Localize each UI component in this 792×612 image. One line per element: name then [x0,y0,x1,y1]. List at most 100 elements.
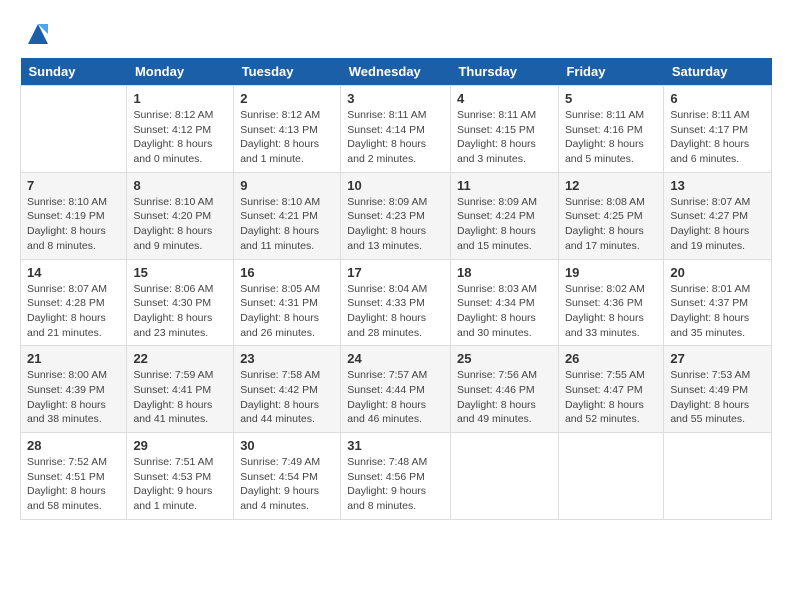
calendar-week-row: 7 Sunrise: 8:10 AMSunset: 4:19 PMDaylight… [21,172,772,259]
day-info: Sunrise: 7:52 AMSunset: 4:51 PMDaylight:… [27,455,120,514]
day-info: Sunrise: 8:11 AMSunset: 4:17 PMDaylight:… [670,108,765,167]
day-number: 28 [27,438,120,453]
calendar-cell: 24Sunrise: 7:57 AMSunset: 4:44 PMDayligh… [341,346,451,433]
day-info: Sunrise: 8:11 AMSunset: 4:14 PMDaylight:… [347,108,444,167]
day-number: 10 [347,178,444,193]
day-info: Sunrise: 8:11 AMSunset: 4:15 PMDaylight:… [457,108,552,167]
day-number: 31 [347,438,444,453]
day-number: 7 [27,178,120,193]
calendar-cell: 18 Sunrise: 8:03 AMSunset: 4:34 PMDayligh… [450,259,558,346]
day-info: Sunrise: 7:58 AMSunset: 4:42 PMDaylight:… [240,368,334,427]
day-number: 4 [457,91,552,106]
day-number: 30 [240,438,334,453]
calendar-week-row: 21 Sunrise: 8:00 AMSunset: 4:39 PMDayligh… [21,346,772,433]
day-number: 29 [133,438,227,453]
day-number: 19 [565,265,657,280]
calendar-header-saturday: Saturday [664,58,772,86]
calendar-cell: 31 Sunrise: 7:48 AMSunset: 4:56 PMDayligh… [341,433,451,520]
calendar-header-wednesday: Wednesday [341,58,451,86]
calendar-cell: 28 Sunrise: 7:52 AMSunset: 4:51 PMDayligh… [21,433,127,520]
calendar-header-thursday: Thursday [450,58,558,86]
day-info: Sunrise: 7:55 AMSunset: 4:47 PMDaylight:… [565,368,657,427]
day-info: Sunrise: 8:06 AMSunset: 4:30 PMDaylight:… [133,282,227,341]
calendar-table: SundayMondayTuesdayWednesdayThursdayFrid… [20,58,772,520]
day-info: Sunrise: 8:10 AMSunset: 4:19 PMDaylight:… [27,195,120,254]
day-info: Sunrise: 8:10 AMSunset: 4:20 PMDaylight:… [133,195,227,254]
calendar-cell: 7 Sunrise: 8:10 AMSunset: 4:19 PMDaylight… [21,172,127,259]
calendar-cell: 10 Sunrise: 8:09 AMSunset: 4:23 PMDayligh… [341,172,451,259]
calendar-cell: 19 Sunrise: 8:02 AMSunset: 4:36 PMDayligh… [558,259,663,346]
day-number: 26 [565,351,657,366]
day-number: 27 [670,351,765,366]
calendar-cell: 13Sunrise: 8:07 AMSunset: 4:27 PMDayligh… [664,172,772,259]
day-info: Sunrise: 7:53 AMSunset: 4:49 PMDaylight:… [670,368,765,427]
day-number: 3 [347,91,444,106]
calendar-cell: 12 Sunrise: 8:08 AMSunset: 4:25 PMDayligh… [558,172,663,259]
calendar-cell: 27 Sunrise: 7:53 AMSunset: 4:49 PMDayligh… [664,346,772,433]
day-info: Sunrise: 8:10 AMSunset: 4:21 PMDaylight:… [240,195,334,254]
calendar-cell [21,86,127,173]
day-number: 22 [133,351,227,366]
calendar-cell: 17 Sunrise: 8:04 AMSunset: 4:33 PMDayligh… [341,259,451,346]
day-info: Sunrise: 8:12 AMSunset: 4:12 PMDaylight:… [133,108,227,167]
calendar-cell: 8Sunrise: 8:10 AMSunset: 4:20 PMDaylight… [127,172,234,259]
calendar-cell: 20 Sunrise: 8:01 AMSunset: 4:37 PMDayligh… [664,259,772,346]
calendar-cell: 22 Sunrise: 7:59 AMSunset: 4:41 PMDayligh… [127,346,234,433]
day-info: Sunrise: 7:48 AMSunset: 4:56 PMDaylight:… [347,455,444,514]
calendar-cell: 2Sunrise: 8:12 AMSunset: 4:13 PMDaylight… [234,86,341,173]
day-info: Sunrise: 8:03 AMSunset: 4:34 PMDaylight:… [457,282,552,341]
day-info: Sunrise: 8:07 AMSunset: 4:28 PMDaylight:… [27,282,120,341]
day-number: 15 [133,265,227,280]
calendar-header-row: SundayMondayTuesdayWednesdayThursdayFrid… [21,58,772,86]
logo-icon [24,20,52,48]
day-number: 9 [240,178,334,193]
day-info: Sunrise: 7:59 AMSunset: 4:41 PMDaylight:… [133,368,227,427]
day-number: 13 [670,178,765,193]
calendar-week-row: 14Sunrise: 8:07 AMSunset: 4:28 PMDayligh… [21,259,772,346]
day-number: 16 [240,265,334,280]
calendar-cell: 1 Sunrise: 8:12 AMSunset: 4:12 PMDaylight… [127,86,234,173]
day-info: Sunrise: 7:57 AMSunset: 4:44 PMDaylight:… [347,368,444,427]
day-number: 23 [240,351,334,366]
page-header [20,20,772,48]
calendar-cell: 9 Sunrise: 8:10 AMSunset: 4:21 PMDaylight… [234,172,341,259]
day-number: 6 [670,91,765,106]
calendar-cell: 30 Sunrise: 7:49 AMSunset: 4:54 PMDayligh… [234,433,341,520]
day-info: Sunrise: 8:01 AMSunset: 4:37 PMDaylight:… [670,282,765,341]
calendar-cell: 29 Sunrise: 7:51 AMSunset: 4:53 PMDayligh… [127,433,234,520]
day-info: Sunrise: 8:00 AMSunset: 4:39 PMDaylight:… [27,368,120,427]
day-info: Sunrise: 8:12 AMSunset: 4:13 PMDaylight:… [240,108,334,167]
day-info: Sunrise: 8:11 AMSunset: 4:16 PMDaylight:… [565,108,657,167]
calendar-cell [664,433,772,520]
day-number: 20 [670,265,765,280]
calendar-cell: 26 Sunrise: 7:55 AMSunset: 4:47 PMDayligh… [558,346,663,433]
day-number: 18 [457,265,552,280]
calendar-cell: 15 Sunrise: 8:06 AMSunset: 4:30 PMDayligh… [127,259,234,346]
day-number: 12 [565,178,657,193]
day-info: Sunrise: 8:09 AMSunset: 4:23 PMDaylight:… [347,195,444,254]
day-info: Sunrise: 7:49 AMSunset: 4:54 PMDaylight:… [240,455,334,514]
calendar-week-row: 1 Sunrise: 8:12 AMSunset: 4:12 PMDaylight… [21,86,772,173]
calendar-cell: 5Sunrise: 8:11 AMSunset: 4:16 PMDaylight… [558,86,663,173]
day-info: Sunrise: 8:09 AMSunset: 4:24 PMDaylight:… [457,195,552,254]
calendar-cell: 14Sunrise: 8:07 AMSunset: 4:28 PMDayligh… [21,259,127,346]
day-number: 11 [457,178,552,193]
calendar-header-tuesday: Tuesday [234,58,341,86]
day-number: 1 [133,91,227,106]
day-info: Sunrise: 7:56 AMSunset: 4:46 PMDaylight:… [457,368,552,427]
calendar-cell: 21 Sunrise: 8:00 AMSunset: 4:39 PMDayligh… [21,346,127,433]
calendar-week-row: 28 Sunrise: 7:52 AMSunset: 4:51 PMDayligh… [21,433,772,520]
day-info: Sunrise: 8:04 AMSunset: 4:33 PMDaylight:… [347,282,444,341]
calendar-cell: 25 Sunrise: 7:56 AMSunset: 4:46 PMDayligh… [450,346,558,433]
calendar-cell: 16 Sunrise: 8:05 AMSunset: 4:31 PMDayligh… [234,259,341,346]
calendar-cell [558,433,663,520]
day-number: 21 [27,351,120,366]
day-info: Sunrise: 8:05 AMSunset: 4:31 PMDaylight:… [240,282,334,341]
day-number: 17 [347,265,444,280]
calendar-header-sunday: Sunday [21,58,127,86]
calendar-cell [450,433,558,520]
day-number: 25 [457,351,552,366]
day-info: Sunrise: 7:51 AMSunset: 4:53 PMDaylight:… [133,455,227,514]
day-info: Sunrise: 8:08 AMSunset: 4:25 PMDaylight:… [565,195,657,254]
day-info: Sunrise: 8:02 AMSunset: 4:36 PMDaylight:… [565,282,657,341]
